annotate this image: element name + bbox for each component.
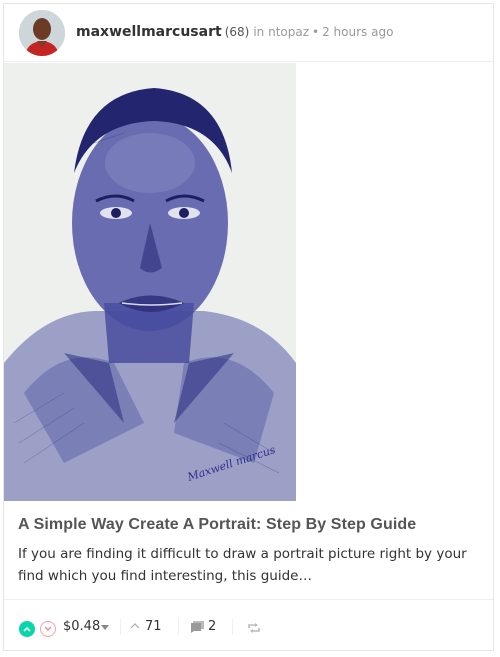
post-thumbnail[interactable]: Maxwell marcus <box>4 63 296 501</box>
portrait-drawing-image: Maxwell marcus <box>4 63 296 501</box>
downvote-button[interactable] <box>40 621 56 637</box>
post-footer: $0.48 71 2 <box>4 599 493 651</box>
chevron-up-icon <box>23 626 31 632</box>
community-link[interactable]: ntopaz <box>268 25 309 39</box>
footer-divider <box>120 619 121 635</box>
comments-icon[interactable] <box>190 620 205 634</box>
author-name[interactable]: maxwellmarcusart <box>76 24 222 40</box>
post-title[interactable]: A Simple Way Create A Portrait: Step By … <box>18 516 488 534</box>
upvote-button[interactable] <box>19 621 35 637</box>
comment-count[interactable]: 2 <box>208 619 216 634</box>
payout-value[interactable]: $0.48 <box>63 619 100 634</box>
author-reputation: (68) <box>224 25 250 39</box>
post-header: maxwellmarcusart (68) in ntopaz • 2 hours ag… <box>4 4 493 62</box>
post-time[interactable]: 2 hours ago <box>322 25 393 39</box>
footer-divider <box>232 619 233 635</box>
payout-dropdown-icon[interactable] <box>101 625 109 630</box>
post-meta: in ntopaz • 2 hours ago <box>253 25 393 39</box>
votes-chevron-up-icon <box>130 623 140 629</box>
vote-count[interactable]: 71 <box>145 619 162 634</box>
chevron-down-icon <box>44 626 52 631</box>
post-card: maxwellmarcusart (68) in ntopaz • 2 hours ag… <box>3 3 494 651</box>
community-prefix: in <box>253 25 265 39</box>
author-avatar[interactable] <box>19 10 65 56</box>
reblog-icon[interactable] <box>247 622 261 634</box>
post-summary[interactable]: If you are finding it difficult to draw … <box>18 543 488 587</box>
avatar-image <box>19 10 65 56</box>
footer-divider <box>178 619 179 635</box>
meta-separator: • <box>312 25 320 39</box>
author-line: maxwellmarcusart (68) in ntopaz • 2 hours ag… <box>76 24 393 40</box>
